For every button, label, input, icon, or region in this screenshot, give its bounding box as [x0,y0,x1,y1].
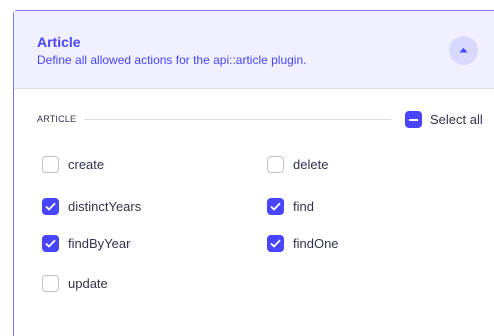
action-checkbox-create[interactable]: create [42,154,104,174]
checkbox[interactable] [42,274,59,292]
panel-description: Define all allowed actions for the api::… [37,53,307,67]
action-checkbox-distinctyears[interactable]: distinctYears [42,196,141,216]
action-checkbox-update[interactable]: update [42,273,108,293]
indeterminate-checkbox-icon[interactable] [405,110,422,128]
action-checkbox-findone[interactable]: findOne [267,233,339,253]
permissions-panel: Article Define all allowed actions for t… [13,10,494,336]
action-checkbox-find[interactable]: find [267,196,314,216]
action-checkbox-findbyyear[interactable]: findByYear [42,233,130,253]
action-label: distinctYears [68,198,142,214]
select-all-label: Select all [430,111,483,127]
check-icon [270,239,281,248]
check-icon [45,239,56,248]
checkbox[interactable] [42,155,59,173]
check-icon [270,202,281,211]
action-label: findOne [293,235,339,251]
chevron-up-icon [459,47,468,53]
panel-title: Article [37,34,81,50]
action-label: find [293,198,314,214]
checkbox[interactable] [267,155,284,173]
section-divider [84,119,391,120]
action-label: delete [293,156,329,172]
check-icon [45,202,56,211]
checkbox[interactable] [267,234,284,252]
action-label: findByYear [68,235,131,251]
collapse-button[interactable] [449,36,478,65]
action-label: create [68,156,105,172]
section-label: ARTICLE [37,114,77,124]
select-all-checkbox[interactable]: Select all [405,109,483,129]
checkbox[interactable] [267,197,284,215]
action-label: update [68,275,108,291]
checkbox[interactable] [42,197,59,215]
checkbox[interactable] [42,234,59,252]
panel-header[interactable]: Article Define all allowed actions for t… [14,11,494,89]
action-checkbox-delete[interactable]: delete [267,154,328,174]
